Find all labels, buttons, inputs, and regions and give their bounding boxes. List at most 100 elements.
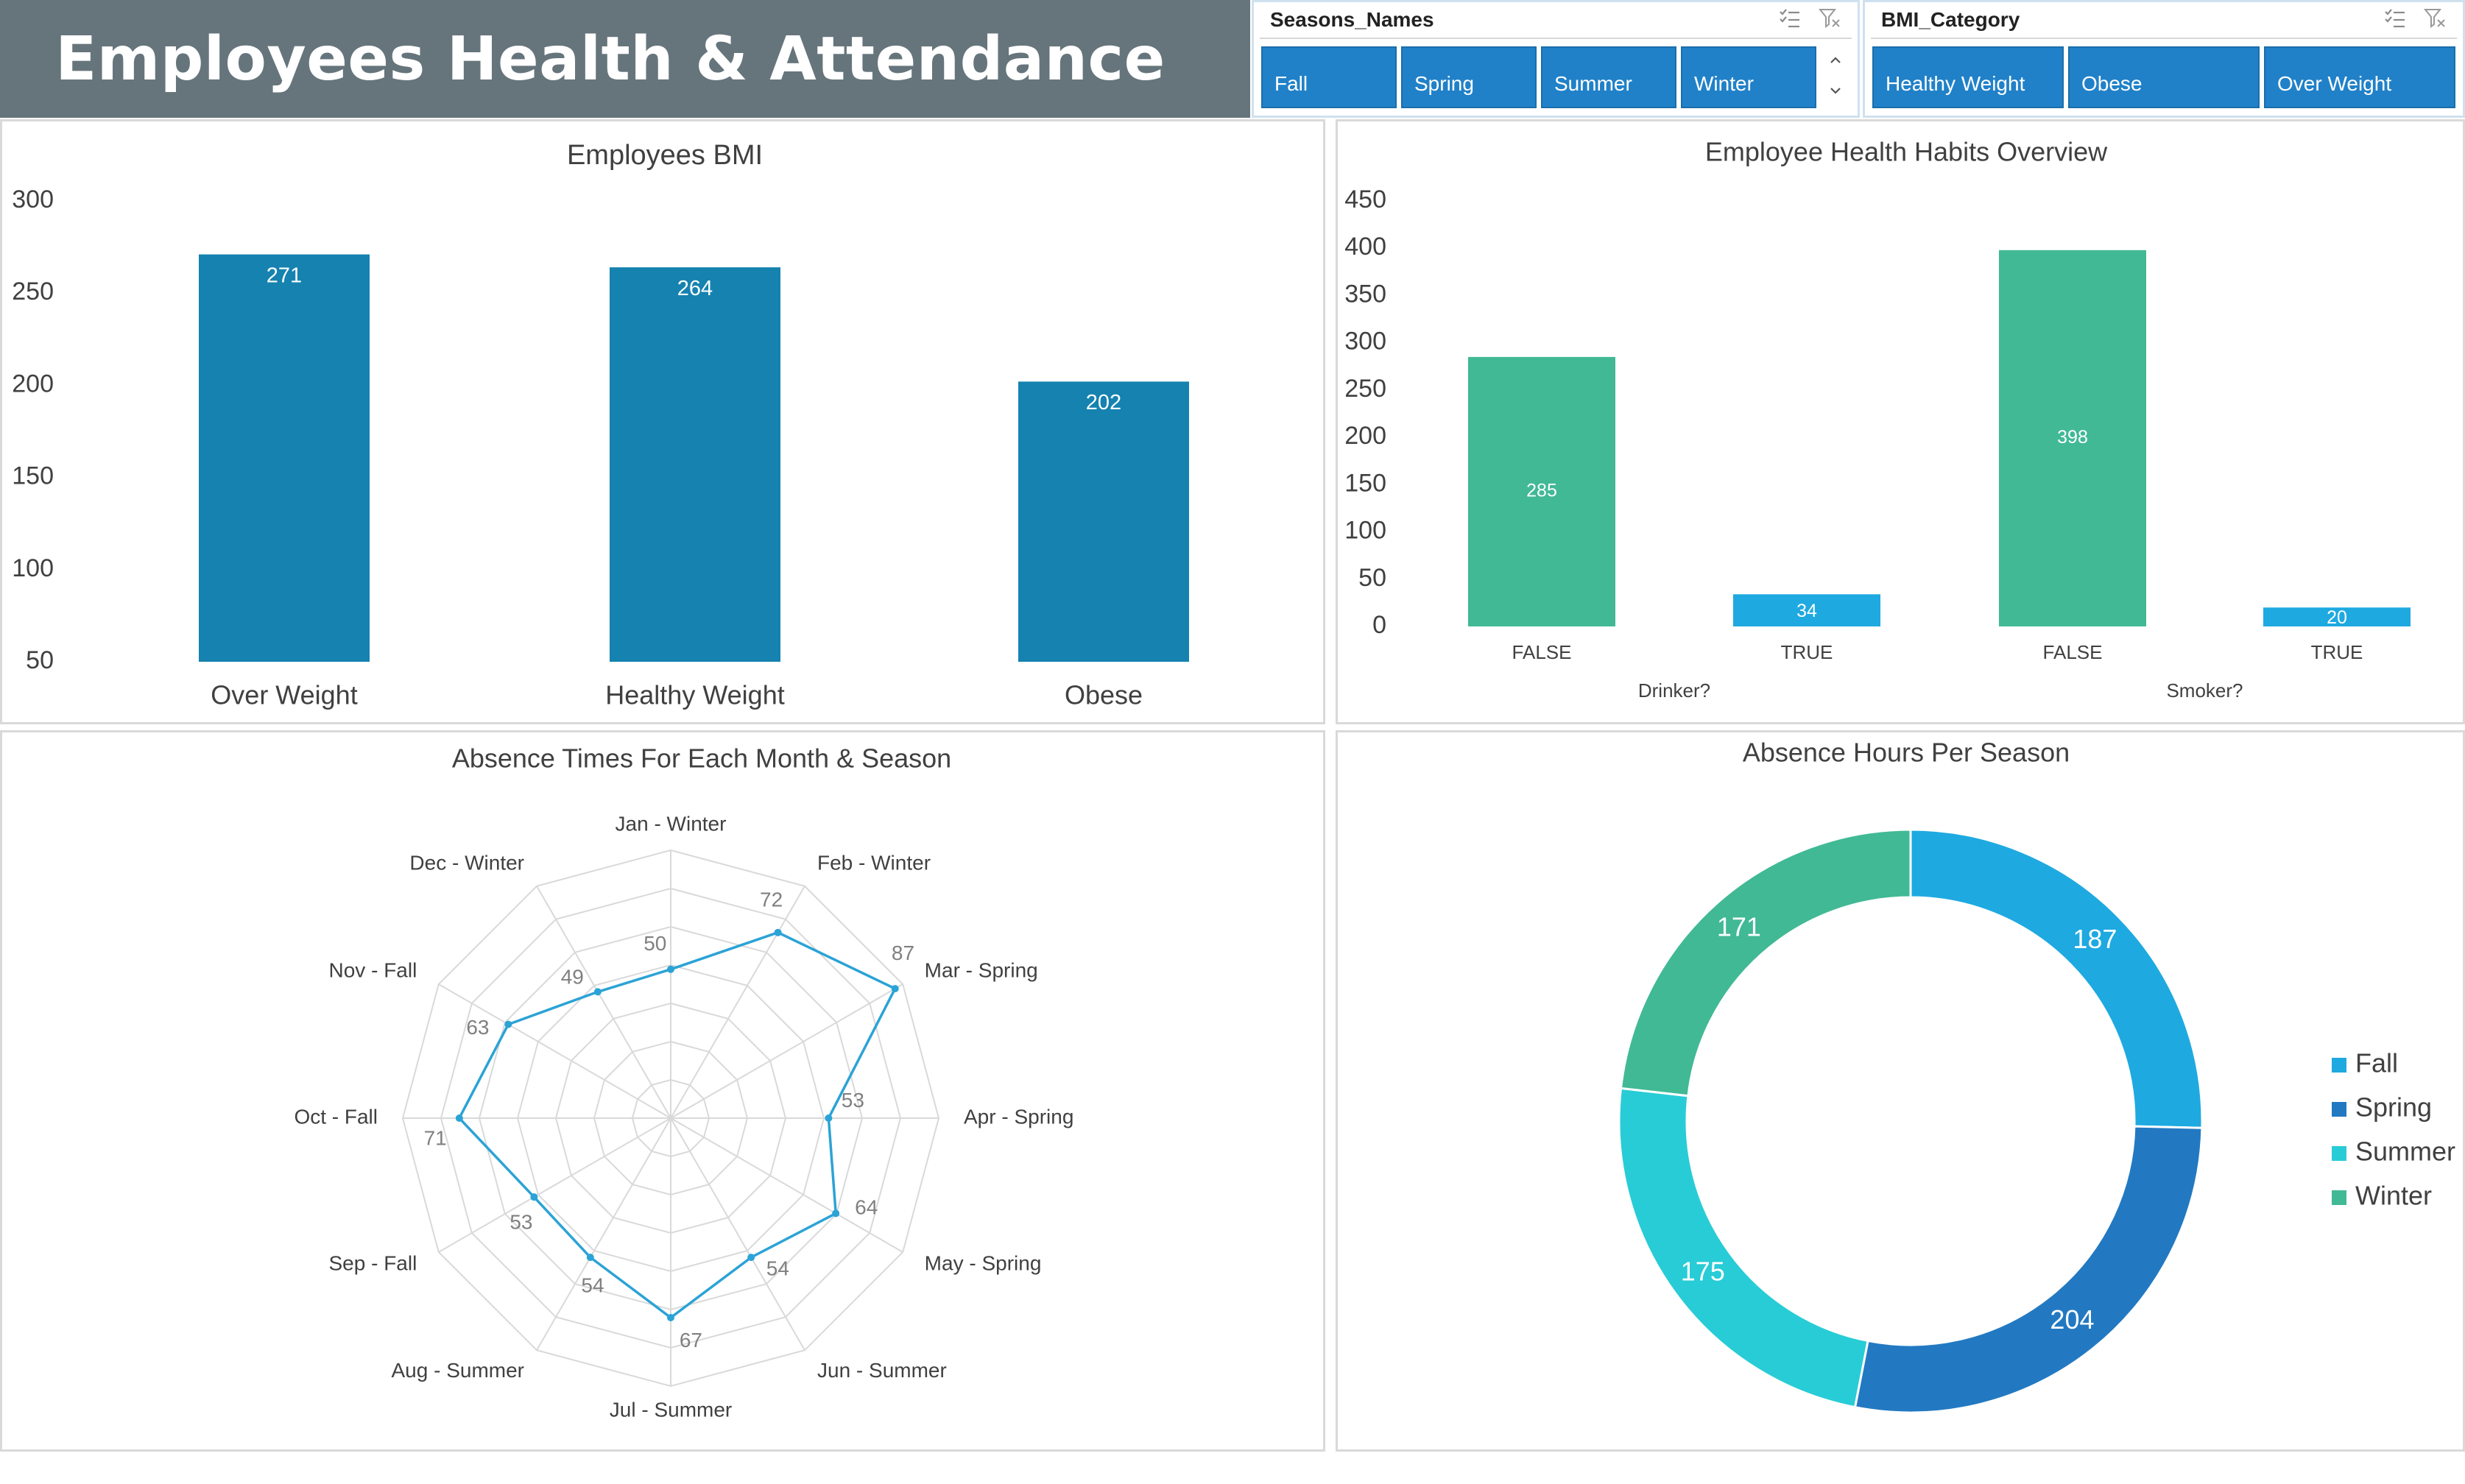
slicer-item-summer[interactable]: Summer <box>1541 46 1676 108</box>
category-label: Feb - Winter <box>817 852 931 875</box>
x-tick-label: FALSE <box>1512 641 1572 663</box>
data-label: 264 <box>677 277 713 300</box>
seasons-slicer-header: Seasons_Names <box>1260 2 1852 39</box>
slicer-scrollbar[interactable] <box>1821 46 1850 108</box>
dashboard-title: Employees Health & Attendance <box>55 24 1166 94</box>
legend-label: Fall <box>2355 1048 2398 1078</box>
legend-swatch <box>2332 1190 2346 1205</box>
x-tick-label: FALSE <box>2043 641 2103 663</box>
slicer-item-healthy-weight[interactable]: Healthy Weight <box>1872 46 2064 108</box>
category-label: Nov - Fall <box>329 958 417 981</box>
data-label: 271 <box>267 264 302 287</box>
category-label: Jan - Winter <box>616 812 727 835</box>
legend-swatch <box>2332 1058 2346 1073</box>
data-label: 63 <box>466 1016 489 1039</box>
radar-point <box>455 1114 463 1122</box>
radar-point <box>832 1209 840 1218</box>
radar-point <box>747 1254 755 1262</box>
data-label: 72 <box>760 888 783 911</box>
radar-point <box>667 965 674 973</box>
chart-title: Absence Hours Per Season <box>1743 738 2070 768</box>
data-label: 171 <box>1717 911 1761 941</box>
radar-point <box>825 1114 833 1122</box>
data-label: 54 <box>766 1257 789 1280</box>
seasons-slicer: Seasons_Names Fall Spring Summer Winter <box>1252 0 1860 118</box>
category-label: Dec - Winter <box>409 852 524 875</box>
radar-chart: Absence Times For Each Month & Season 50 7… <box>294 743 1073 1421</box>
y-tick-label: 0 <box>1372 611 1386 639</box>
slicer-item-spring[interactable]: Spring <box>1401 46 1537 108</box>
data-label: 285 <box>1526 481 1557 501</box>
y-tick-label: 350 <box>1344 280 1386 308</box>
category-label: Sep - Fall <box>328 1251 417 1274</box>
category-label: Apr - Spring <box>964 1105 1073 1128</box>
y-tick-label: 400 <box>1344 233 1386 261</box>
radar-point <box>774 928 782 936</box>
bar <box>199 254 370 662</box>
bar <box>610 267 780 662</box>
bmi-chart-panel: Employees BMI 50 100 150 200 250 300 271 Over We… <box>0 119 1325 724</box>
y-tick-label: 150 <box>12 462 54 490</box>
y-tick-label: 150 <box>1344 469 1386 497</box>
data-label: 187 <box>2073 924 2117 954</box>
y-tick-label: 100 <box>1344 517 1386 545</box>
legend-label: Summer <box>2355 1137 2455 1167</box>
data-label: 54 <box>581 1273 604 1296</box>
data-label: 20 <box>2327 607 2347 628</box>
radar-point <box>593 988 602 996</box>
donut-slice <box>1618 1086 1869 1409</box>
data-label: 53 <box>842 1089 864 1112</box>
data-label: 34 <box>1796 601 1817 621</box>
category-label: Jul - Summer <box>610 1398 732 1421</box>
radar-point <box>530 1193 538 1201</box>
x-tick-label: Over Weight <box>211 680 357 710</box>
slicer-item-obese[interactable]: Obese <box>2068 46 2260 108</box>
x-tick-label: Healthy Weight <box>605 680 784 710</box>
chevron-down-icon[interactable] <box>1827 82 1844 102</box>
y-tick-label: 50 <box>26 646 54 674</box>
data-label: 64 <box>855 1195 878 1218</box>
radar-series-line <box>457 930 898 1320</box>
bmi-slicer: BMI_Category Healthy Weight Obese Over W… <box>1863 0 2465 118</box>
clear-filter-icon[interactable] <box>1818 7 1841 34</box>
group-label: Drinker? <box>1638 679 1710 702</box>
y-tick-label: 50 <box>1358 564 1386 592</box>
legend-swatch <box>2332 1102 2346 1117</box>
donut-slice <box>1909 828 2204 1129</box>
x-tick-label: TRUE <box>2311 641 2363 663</box>
clear-filter-icon[interactable] <box>2423 7 2447 34</box>
slicer-item-fall[interactable]: Fall <box>1261 46 1397 108</box>
data-label: 204 <box>2050 1304 2094 1335</box>
data-label: 398 <box>2057 427 2088 448</box>
data-label: 175 <box>1681 1257 1725 1287</box>
category-label: Mar - Spring <box>925 958 1038 981</box>
data-label: 87 <box>892 941 914 964</box>
category-label: Jun - Summer <box>817 1359 947 1382</box>
multi-select-icon[interactable] <box>1778 7 1802 34</box>
slicer-item-over-weight[interactable]: Over Weight <box>2264 46 2455 108</box>
dashboard-title-banner: Employees Health & Attendance <box>0 0 1250 118</box>
category-label: Aug - Summer <box>392 1359 525 1382</box>
donut-chart-panel: Absence Hours Per Season 187 204 175 171 Fall… <box>1336 730 2465 1452</box>
bmi-slicer-items: Healthy Weight Obese Over Weight <box>1872 46 2455 108</box>
y-tick-label: 250 <box>1344 375 1386 403</box>
data-label: 50 <box>643 932 666 955</box>
radar-point <box>891 985 899 993</box>
chart-title: Employee Health Habits Overview <box>1705 137 2108 167</box>
bmi-chart: Employees BMI 50 100 150 200 250 300 271 Over We… <box>12 140 1189 710</box>
chevron-up-icon[interactable] <box>1827 52 1844 72</box>
legend-label: Spring <box>2355 1092 2432 1123</box>
habits-chart: Employee Health Habits Overview 0 50 100 150… <box>1344 137 2411 702</box>
radar-chart-panel: Absence Times For Each Month & Season 50 7… <box>0 730 1325 1452</box>
seasons-slicer-title: Seasons_Names <box>1270 8 1434 31</box>
slicer-item-winter[interactable]: Winter <box>1681 46 1816 108</box>
habits-chart-panel: Employee Health Habits Overview 0 50 100 150… <box>1336 119 2465 724</box>
category-label: Oct - Fall <box>294 1105 378 1128</box>
radar-point <box>667 1313 674 1321</box>
y-tick-label: 200 <box>12 370 54 398</box>
donut-slice <box>1853 1125 2204 1414</box>
seasons-slicer-items: Fall Spring Summer Winter <box>1261 46 1850 108</box>
multi-select-icon[interactable] <box>2383 7 2407 34</box>
y-tick-label: 250 <box>12 278 54 305</box>
y-tick-label: 450 <box>1344 186 1386 213</box>
